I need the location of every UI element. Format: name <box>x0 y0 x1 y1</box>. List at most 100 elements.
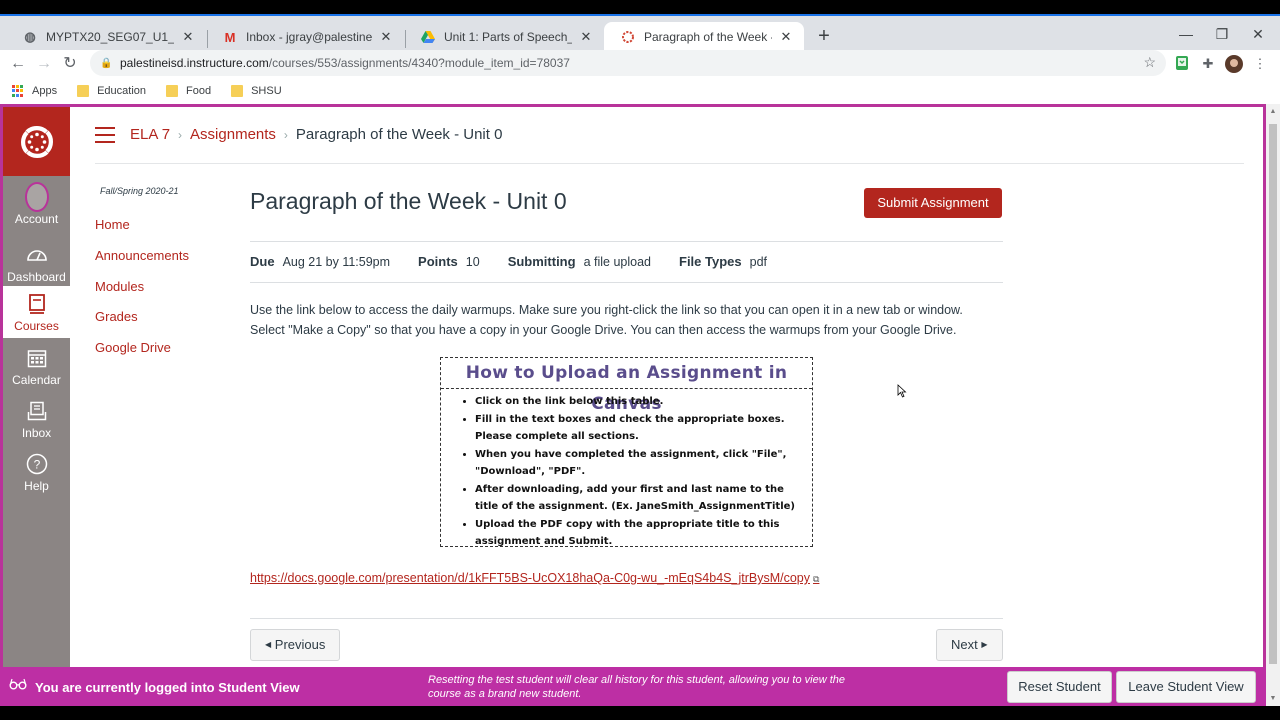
reload-icon[interactable]: ↻ <box>58 52 82 76</box>
browser-tab[interactable]: Unit 1: Parts of Speech_PowerPoi ✕ <box>404 22 604 52</box>
screen-bottom-bar <box>0 706 1280 720</box>
instruction-step: Fill in the text boxes and check the app… <box>475 411 804 446</box>
google-slides-copy-link[interactable]: https://docs.google.com/presentation/d/1… <box>250 571 819 585</box>
canvas-logo[interactable] <box>3 107 70 176</box>
instruction-step: After downloading, add your first and la… <box>475 481 804 516</box>
caret-right-icon: ▶ <box>981 640 988 649</box>
leave-student-view-button[interactable]: Leave Student View <box>1116 671 1256 703</box>
course-nav-home[interactable]: Home <box>95 213 189 244</box>
folder-icon <box>166 85 179 97</box>
google-drive-icon <box>420 29 436 45</box>
detail-points: Points 10 <box>418 254 480 269</box>
bookmark-food[interactable]: Food <box>166 85 211 97</box>
bookmark-star-icon[interactable]: ☆ <box>1143 54 1156 71</box>
instruction-step: When you have completed the assignment, … <box>475 446 804 481</box>
puzzle-extensions-icon[interactable]: ✚ <box>1199 55 1217 73</box>
instructions-list: Click on the link below this table. Fill… <box>441 389 812 551</box>
browser-toolbar: ← → ↻ 🔒 palestineisd.instructure.com/cou… <box>0 50 1280 78</box>
inbox-icon <box>25 399 49 423</box>
apps-grid-icon <box>12 85 24 97</box>
glasses-icon <box>9 678 27 693</box>
instructions-title: How to Upload an Assignment in Canvas <box>441 358 812 414</box>
reset-student-button[interactable]: Reset Student <box>1007 671 1112 703</box>
submit-assignment-button[interactable]: Submit Assignment <box>864 188 1002 218</box>
course-nav-announcements[interactable]: Announcements <box>95 244 189 275</box>
assignment-details: Due Aug 21 by 11:59pm Points 10 Submitti… <box>250 254 795 269</box>
student-view-bar: You are currently logged into Student Vi… <box>0 667 1266 706</box>
browser-tab-active[interactable]: Paragraph of the Week - Unit 0 ✕ <box>604 22 804 52</box>
lock-icon: 🔒 <box>100 57 113 69</box>
upload-instructions-image: How to Upload an Assignment in Canvas Cl… <box>440 357 813 547</box>
browser-tab[interactable]: ◍ MYPTX20_SEG07_U1_032899134 ✕ <box>6 22 206 52</box>
help-icon: ? <box>25 452 49 476</box>
scroll-down-icon[interactable]: ▼ <box>1266 695 1280 702</box>
external-link-icon: ⧉ <box>812 574 820 584</box>
caret-left-icon: ◀ <box>265 640 272 649</box>
scroll-up-icon[interactable]: ▲ <box>1266 108 1280 115</box>
courses-icon <box>25 292 49 316</box>
detail-submitting: Submitting a file upload <box>507 254 651 269</box>
header-divider <box>95 163 1244 164</box>
previous-button[interactable]: ◀ Previous <box>250 629 341 661</box>
dashboard-icon <box>25 243 49 267</box>
next-button[interactable]: Next ▶ <box>936 629 1003 661</box>
course-menu-toggle[interactable] <box>95 127 115 143</box>
back-arrow-icon[interactable]: ← <box>6 52 30 76</box>
details-divider-top <box>250 241 1003 242</box>
assignment-description: Use the link below to access the daily w… <box>250 303 963 337</box>
breadcrumb-course[interactable]: ELA 7 <box>130 126 170 143</box>
close-tab-icon[interactable]: ✕ <box>378 29 394 45</box>
instruction-step: Upload the PDF copy with the appropriate… <box>475 516 804 551</box>
extension-icon[interactable] <box>1173 55 1191 73</box>
instruction-step: Click on the link below this table. <box>475 393 804 411</box>
course-nav-modules[interactable]: Modules <box>95 275 189 306</box>
gmail-icon: M <box>224 29 236 45</box>
detail-due: Due Aug 21 by 11:59pm <box>250 254 391 269</box>
forward-arrow-icon[interactable]: → <box>32 52 56 76</box>
breadcrumb: ELA 7 › Assignments › Paragraph of the W… <box>130 126 502 143</box>
details-divider-bottom <box>250 282 1003 283</box>
canvas-logo-icon <box>20 125 53 158</box>
global-nav-courses[interactable]: Courses <box>3 286 70 338</box>
new-tab-button[interactable]: + <box>812 25 836 49</box>
browser-tab-bar: ◍ MYPTX20_SEG07_U1_032899134 ✕ M Inbox -… <box>0 14 1280 52</box>
breadcrumb-separator: › <box>283 127 288 142</box>
global-nav-calendar[interactable]: Calendar <box>3 340 70 392</box>
browser-menu-icon[interactable]: ⋮ <box>1251 55 1269 73</box>
global-nav-inbox[interactable]: Inbox <box>3 393 70 445</box>
course-term: Fall/Spring 2020-21 <box>100 186 179 196</box>
detail-file-types: File Types pdf <box>679 254 768 269</box>
global-nav-help[interactable]: ? Help <box>3 446 70 498</box>
canvas-icon <box>620 29 636 45</box>
profile-avatar[interactable] <box>1225 55 1243 73</box>
browser-tab[interactable]: M Inbox - jgray@palestineschools.o ✕ <box>206 22 404 52</box>
mouse-pointer-icon <box>897 384 907 398</box>
screen-top-bar <box>0 0 1280 14</box>
close-window-icon[interactable]: ✕ <box>1235 22 1280 46</box>
global-navigation: Account Dashboard Courses Calendar Inbox… <box>3 107 70 667</box>
breadcrumb-assignments[interactable]: Assignments <box>190 126 276 143</box>
close-tab-icon[interactable]: ✕ <box>180 29 196 45</box>
course-nav-google-drive[interactable]: Google Drive <box>95 336 189 367</box>
scrollbar-thumb[interactable] <box>1269 124 1277 664</box>
folder-icon <box>231 85 244 97</box>
close-tab-icon[interactable]: ✕ <box>578 29 594 45</box>
student-view-label: You are currently logged into Student Vi… <box>35 680 300 695</box>
address-bar[interactable]: 🔒 palestineisd.instructure.com/courses/5… <box>90 50 1166 76</box>
calendar-icon <box>25 346 49 370</box>
global-nav-account[interactable]: Account <box>3 179 70 231</box>
course-nav-grades[interactable]: Grades <box>95 305 189 336</box>
bookmark-education[interactable]: Education <box>77 85 146 97</box>
course-navigation: Home Announcements Modules Grades Google… <box>95 213 189 367</box>
global-nav-dashboard[interactable]: Dashboard <box>3 237 70 289</box>
bookmark-apps[interactable]: Apps <box>12 85 57 97</box>
breadcrumb-current: Paragraph of the Week - Unit 0 <box>295 126 503 143</box>
bookmark-shsu[interactable]: SHSU <box>231 85 282 97</box>
breadcrumb-separator: › <box>178 127 183 142</box>
pager-divider <box>250 618 1003 619</box>
account-avatar-icon <box>24 181 49 212</box>
close-tab-icon[interactable]: ✕ <box>778 29 794 45</box>
page-scrollbar[interactable]: ▲ ▼ <box>1266 104 1280 706</box>
folder-icon <box>77 85 90 97</box>
assignment-title: Paragraph of the Week - Unit 0 <box>250 188 567 214</box>
